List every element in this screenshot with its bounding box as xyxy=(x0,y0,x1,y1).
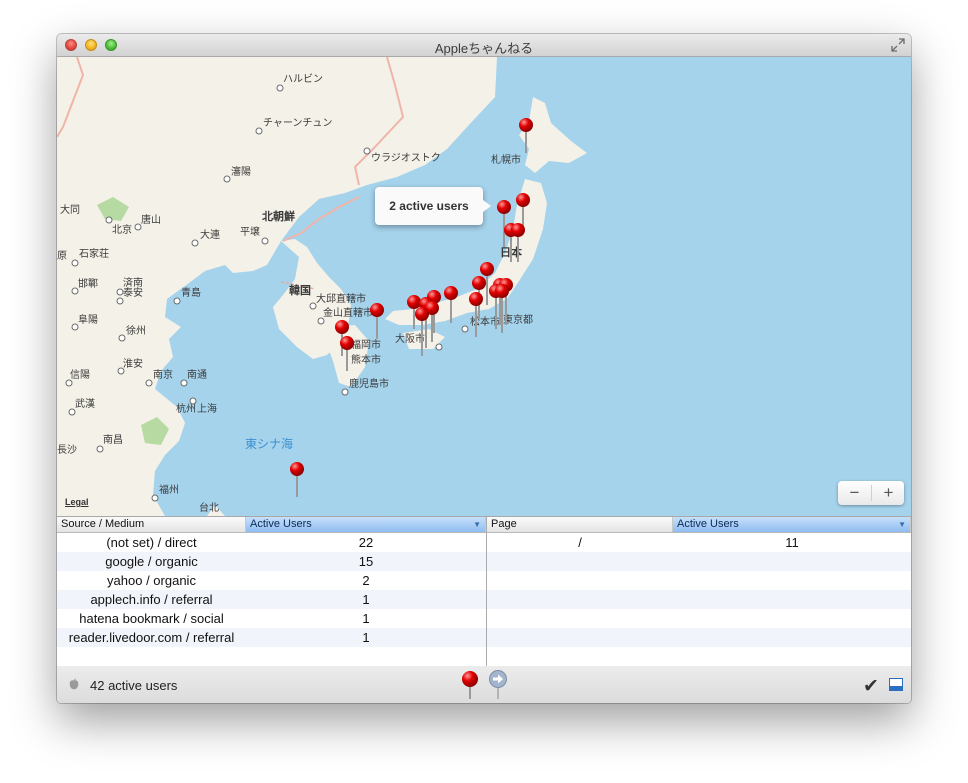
column-header-label: Active Users xyxy=(677,518,739,530)
city-label: 福岡市 xyxy=(351,340,381,351)
source-cell: google / organic xyxy=(105,554,198,569)
city-label: 鹿児島市 xyxy=(349,379,389,390)
status-bar: 42 active users ✔ xyxy=(57,666,911,703)
city-label: 福州 xyxy=(159,485,179,496)
country-label: 日本 xyxy=(500,247,522,259)
city-label: 平壌 xyxy=(240,227,260,238)
table-header: Page Active Users ▼ xyxy=(487,517,911,533)
table-row[interactable]: google / organic 15 xyxy=(57,552,486,571)
city-label: 北京 xyxy=(112,225,132,236)
city-label: 青島 xyxy=(181,288,201,299)
window-title: Appleちゃんねる xyxy=(434,41,534,56)
city-label: 大同 xyxy=(60,205,80,216)
city-label: 東京都 xyxy=(503,315,533,326)
users-cell: 2 xyxy=(362,573,370,588)
zoom-out-button[interactable]: − xyxy=(838,481,871,505)
empty-row xyxy=(487,609,911,628)
sort-descending-icon: ▼ xyxy=(898,520,906,529)
zoom-in-button[interactable]: + xyxy=(872,481,905,505)
table-row[interactable]: reader.livedoor.com / referral 1 xyxy=(57,628,486,647)
fullscreen-icon[interactable] xyxy=(891,38,905,52)
source-cell: reader.livedoor.com / referral xyxy=(68,630,235,645)
city-label: 信陽 xyxy=(70,370,90,381)
column-header-active-users[interactable]: Active Users ▼ xyxy=(673,517,911,532)
users-cell: 22 xyxy=(358,535,374,550)
city-label: 大邱直轄市 xyxy=(316,294,366,305)
column-header-page[interactable]: Page xyxy=(487,517,673,532)
city-label: ウラジオストク xyxy=(371,153,441,164)
map-view[interactable]: ハルビン チャーンチュン ウラジオストク 瀋陽 札幌市 大同 唐山 北京 大連 … xyxy=(57,57,911,516)
column-header-active-users[interactable]: Active Users ▼ xyxy=(246,517,486,532)
users-cell: 1 xyxy=(362,630,370,645)
city-label: 邯鄲 xyxy=(78,279,98,290)
panel-icon[interactable] xyxy=(889,678,903,691)
column-header-label: Active Users xyxy=(250,518,312,530)
empty-row xyxy=(487,571,911,590)
table-row[interactable]: applech.info / referral 1 xyxy=(57,590,486,609)
users-cell: 15 xyxy=(358,554,374,569)
users-cell: 1 xyxy=(362,592,370,607)
column-header-source[interactable]: Source / Medium xyxy=(57,517,246,532)
city-label: 札幌市 xyxy=(491,155,521,166)
zoom-control: − + xyxy=(838,481,904,505)
title-bar: Appleちゃんねる xyxy=(57,34,911,57)
source-medium-table: Source / Medium Active Users ▼ (not set)… xyxy=(57,517,487,666)
sort-descending-icon: ▼ xyxy=(473,520,481,529)
city-label: チャーンチュン xyxy=(263,118,333,129)
page-table: Page Active Users ▼ / 11 xyxy=(487,517,911,666)
source-cell: applech.info / referral xyxy=(90,592,213,607)
country-label: 北朝鮮 xyxy=(262,211,295,223)
table-row[interactable]: yahoo / organic 2 xyxy=(57,571,486,590)
source-cell: hatena bookmark / social xyxy=(79,611,224,626)
apple-icon xyxy=(69,678,79,690)
city-label: 杭州 xyxy=(176,404,196,415)
city-label: 大連 xyxy=(200,230,220,241)
table-row[interactable]: (not set) / direct 22 xyxy=(57,533,486,552)
city-label: 熊本市 xyxy=(351,355,381,366)
empty-row xyxy=(57,647,486,666)
city-label: 泰安 xyxy=(123,288,143,299)
city-label: 金山直轄市 xyxy=(323,308,373,319)
active-users-callout: 2 active users xyxy=(375,187,491,225)
city-label: 淮安 xyxy=(123,359,143,370)
city-label: 石家荘 xyxy=(79,249,109,260)
city-label: 松本市 xyxy=(470,317,500,328)
arrow-right-icon[interactable] xyxy=(487,670,509,700)
city-label: 原 xyxy=(57,251,67,262)
sea-label: 東シナ海 xyxy=(245,437,294,451)
city-label: 南通 xyxy=(187,370,207,381)
empty-row xyxy=(487,590,911,609)
data-tables: Source / Medium Active Users ▼ (not set)… xyxy=(57,516,911,666)
users-cell: 11 xyxy=(785,535,799,550)
table-row[interactable]: / 11 xyxy=(487,533,911,552)
empty-row xyxy=(487,628,911,647)
table-row[interactable]: hatena bookmark / social 1 xyxy=(57,609,486,628)
empty-row xyxy=(487,552,911,571)
city-label: ハルビン xyxy=(283,74,323,85)
page-cell: / xyxy=(578,535,582,550)
country-label: 韓国 xyxy=(289,285,311,297)
active-users-count: 42 active users xyxy=(90,678,178,693)
map-canvas xyxy=(57,57,911,516)
source-cell: yahoo / organic xyxy=(107,573,196,588)
city-label: 上海 xyxy=(197,404,217,415)
users-cell: 1 xyxy=(362,611,370,626)
empty-row xyxy=(487,647,911,666)
checkmark-icon[interactable]: ✔ xyxy=(863,675,879,698)
city-label: 南昌 xyxy=(103,435,123,446)
source-cell: (not set) / direct xyxy=(106,535,197,550)
city-label: 台北 xyxy=(199,503,219,514)
city-label: 徐州 xyxy=(126,326,146,337)
city-label: 瀋陽 xyxy=(231,167,251,178)
city-label: 唐山 xyxy=(141,215,161,226)
legal-link[interactable]: Legal xyxy=(65,497,89,507)
table-header: Source / Medium Active Users ▼ xyxy=(57,517,486,533)
pin-icon[interactable] xyxy=(459,670,481,700)
city-label: 長沙 xyxy=(57,445,77,456)
city-label: 武漢 xyxy=(75,399,95,410)
city-label: 南京 xyxy=(153,370,173,381)
app-window: Appleちゃんねる ハルビン チャーンチュン ウラジオストク 瀋陽 札幌市 大… xyxy=(57,34,911,703)
city-label: 大阪市 xyxy=(395,334,425,345)
city-label: 阜陽 xyxy=(78,315,98,326)
